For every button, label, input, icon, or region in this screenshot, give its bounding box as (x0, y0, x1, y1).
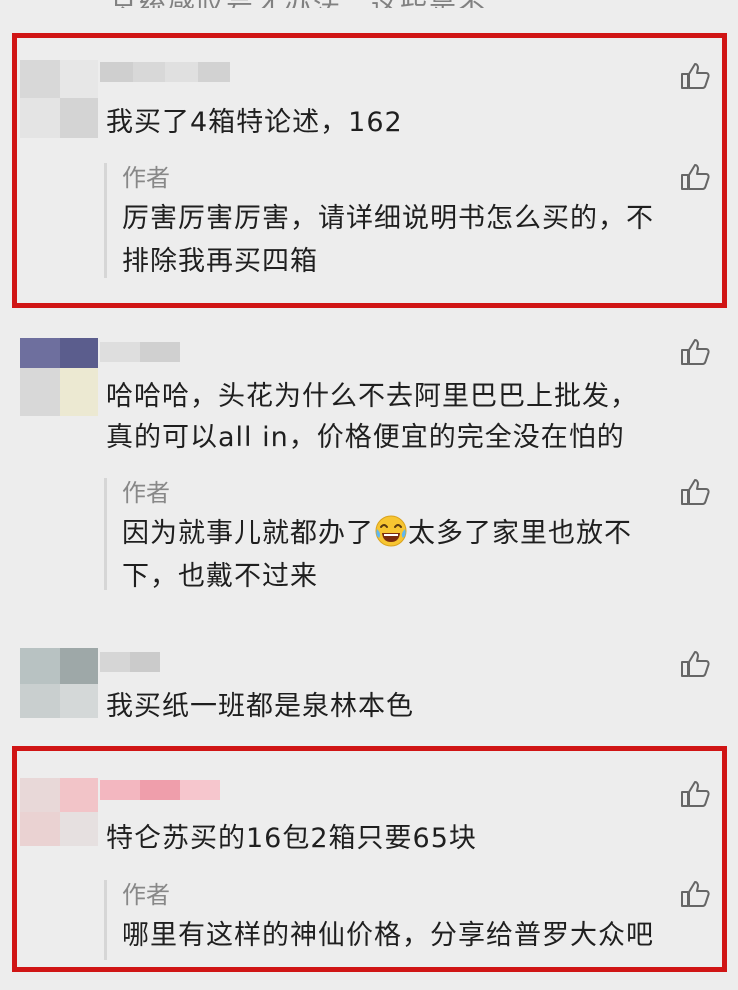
reply-text: 厉害厉害厉害，请详细说明书怎么买的，不 排除我再买四箱 (122, 197, 654, 283)
reply-text: 哪里有这样的神仙价格，分享给普罗大众吧 (122, 920, 654, 951)
reply-like-button[interactable] (680, 478, 710, 506)
laughing-crying-emoji-icon (375, 515, 407, 547)
avatar[interactable] (20, 60, 98, 138)
avatar[interactable] (20, 338, 98, 416)
comment-text: 我买了4箱特论述，162 (106, 107, 403, 138)
nickname-blurred[interactable] (100, 652, 160, 672)
like-button[interactable] (680, 338, 710, 366)
like-button[interactable] (680, 650, 710, 678)
reply-line: 排除我再买四箱 (122, 246, 318, 277)
comment-text: 我买纸一班都是泉林本色 (106, 691, 414, 722)
reply-line: 因为就事儿就都办了 太多了家里也放不 (122, 512, 632, 555)
nickname-blurred[interactable] (100, 62, 230, 82)
author-label: 作者 (122, 164, 170, 192)
thumbs-up-icon (681, 881, 710, 907)
thumbs-up-icon (681, 651, 710, 677)
comment-text: 哈哈哈，头花为什么不去阿里巴巴上批发， 真的可以all in，价格便宜的完全没在… (106, 376, 638, 458)
like-button[interactable] (680, 62, 710, 90)
like-button[interactable] (680, 780, 710, 808)
cutoff-previous-comment: 总统感叹号才办法，这些是不 (110, 0, 490, 8)
comment-line: 真的可以all in，价格便宜的完全没在怕的 (106, 422, 625, 453)
reply-line: 厉害厉害厉害，请详细说明书怎么买的，不 (122, 203, 654, 234)
reply-text: 因为就事儿就都办了 太多了家里也放不 下，也戴不过来 (122, 512, 632, 598)
author-label: 作者 (122, 479, 170, 507)
comment-line: 哈哈哈，头花为什么不去阿里巴巴上批发， (106, 381, 638, 412)
reply-like-button[interactable] (680, 880, 710, 908)
author-reply: 作者 哪里有这样的神仙价格，分享给普罗大众吧 (104, 880, 704, 960)
thumbs-up-icon (681, 339, 710, 365)
avatar[interactable] (20, 778, 98, 846)
avatar[interactable] (20, 648, 98, 718)
thumbs-up-icon (681, 63, 710, 89)
reply-line: 下，也戴不过来 (122, 561, 318, 592)
thumbs-up-icon (681, 164, 710, 190)
thumbs-up-icon (681, 479, 710, 505)
author-reply: 作者 厉害厉害厉害，请详细说明书怎么买的，不 排除我再买四箱 (104, 163, 704, 278)
thumbs-up-icon (681, 781, 710, 807)
author-reply: 作者 因为就事儿就都办了 太多了家里也放不 下，也戴不过来 (104, 478, 704, 592)
author-label: 作者 (122, 881, 170, 909)
reply-like-button[interactable] (680, 163, 710, 191)
comment-text: 特仑苏买的16包2箱只要65块 (106, 823, 477, 854)
nickname-blurred[interactable] (100, 780, 220, 800)
nickname-blurred[interactable] (100, 342, 180, 362)
